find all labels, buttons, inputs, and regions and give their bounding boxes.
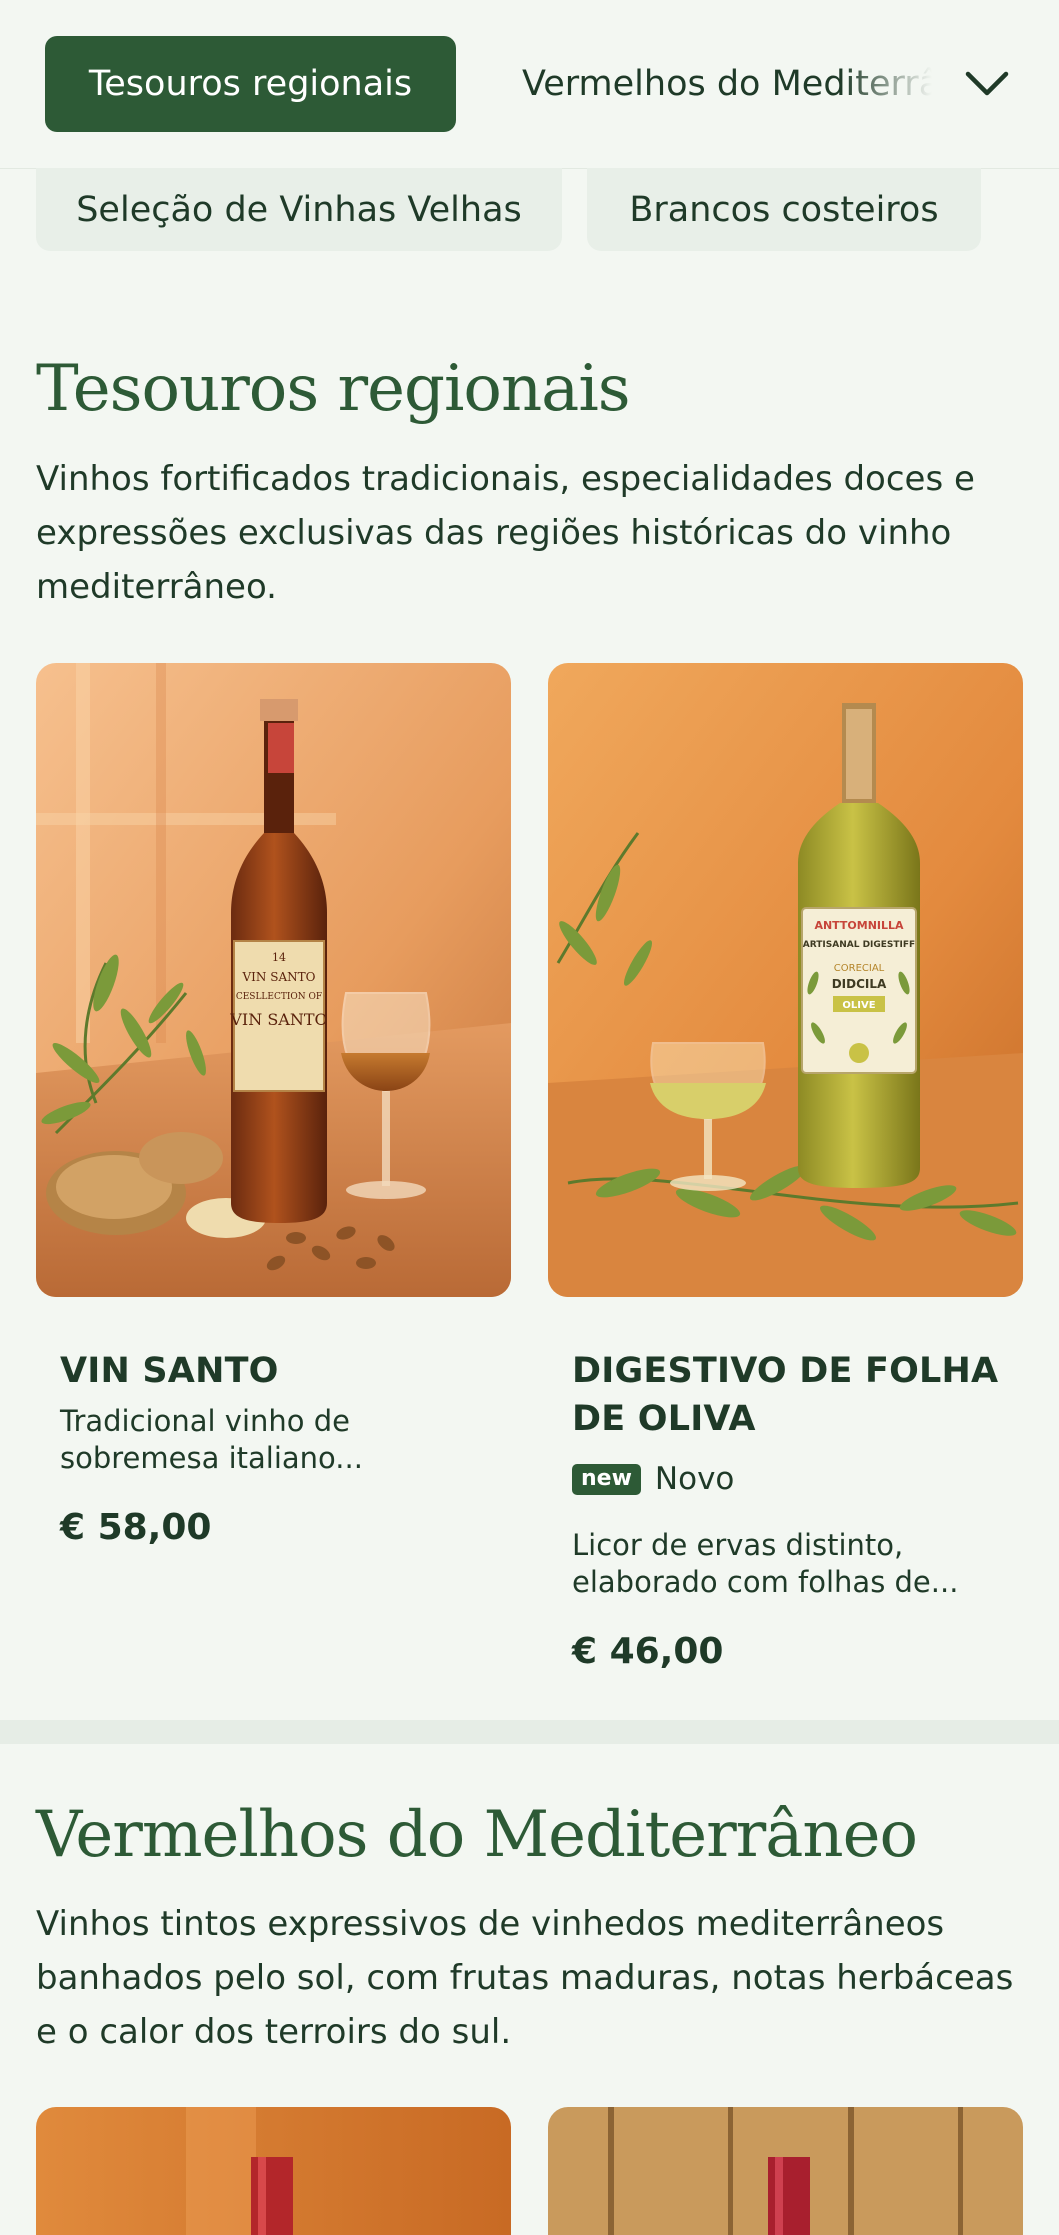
product-info: VIN SANTO Tradicional vinho de sobremesa… bbox=[36, 1347, 511, 1548]
product-image[interactable]: ANTTOMNILLA ARTISANAL DIGESTIFF CORECIAL… bbox=[548, 663, 1023, 1297]
product-card[interactable] bbox=[548, 2107, 1023, 2235]
category-nav: Tesouros regionais Vermelhos do Mediterr… bbox=[0, 0, 1059, 169]
new-badge-row: new Novo bbox=[572, 1461, 999, 1497]
label-text: OLIVE bbox=[842, 1000, 875, 1011]
chip-label: Brancos costeiros bbox=[629, 189, 939, 230]
product-description: Licor de ervas distinto, elaborado com f… bbox=[572, 1528, 959, 1599]
product-name[interactable]: DIGESTIVO DE FOLHA DE OLIVA bbox=[572, 1347, 999, 1443]
chevron-down-icon[interactable] bbox=[960, 60, 1014, 108]
product-image[interactable]: 14 VIN SANTO CESLLECTION OF VIN SANTO bbox=[36, 663, 511, 1297]
tab-label: Vermelhos do Mediterrâneo bbox=[522, 64, 932, 104]
section-title: Vermelhos do Mediterrâneo bbox=[36, 1798, 918, 1872]
product-image[interactable] bbox=[36, 2107, 511, 2235]
chip-selecao-de-vinhas-velhas[interactable]: Seleção de Vinhas Velhas bbox=[36, 168, 562, 251]
tab-vermelhos-do-mediterraneo[interactable]: Vermelhos do Mediterrâneo bbox=[522, 36, 932, 132]
label-text: DIDCILA bbox=[832, 977, 887, 991]
product-card[interactable] bbox=[36, 2107, 511, 2235]
tab-tesouros-regionais[interactable]: Tesouros regionais bbox=[45, 36, 456, 132]
product-price: € 46,00 bbox=[572, 1631, 724, 1672]
product-card-digestivo-de-folha-de-oliva[interactable]: ANTTOMNILLA ARTISANAL DIGESTIFF CORECIAL… bbox=[548, 663, 1023, 1672]
product-name[interactable]: VIN SANTO bbox=[60, 1347, 487, 1395]
label-text: CESLLECTION OF bbox=[236, 992, 322, 1002]
product-info: DIGESTIVO DE FOLHA DE OLIVA new Novo Lic… bbox=[548, 1347, 1023, 1672]
product-price: € 58,00 bbox=[60, 1507, 212, 1548]
label-text: CORECIAL bbox=[834, 963, 885, 974]
section-title: Tesouros regionais bbox=[36, 352, 631, 426]
label-text: VIN SANTO bbox=[229, 1010, 327, 1029]
product-image[interactable] bbox=[548, 2107, 1023, 2235]
label-text: 14 bbox=[272, 951, 286, 964]
new-badge: new bbox=[572, 1463, 641, 1495]
tab-label: Tesouros regionais bbox=[88, 64, 413, 104]
section-description: Vinhos tintos expressivos de vinhedos me… bbox=[36, 1904, 1014, 2052]
chip-label: Seleção de Vinhas Velhas bbox=[76, 189, 522, 230]
subcategory-chips: Seleção de Vinhas Velhas Brancos costeir… bbox=[0, 168, 1059, 253]
new-badge-label: Novo bbox=[654, 1461, 735, 1497]
label-text: ANTTOMNILLA bbox=[814, 919, 904, 932]
product-card-vin-santo[interactable]: 14 VIN SANTO CESLLECTION OF VIN SANTO VI… bbox=[36, 663, 511, 1548]
label-text: ARTISANAL DIGESTIFF bbox=[803, 940, 915, 950]
label-text: VIN SANTO bbox=[242, 970, 316, 984]
chip-brancos-costeiros[interactable]: Brancos costeiros bbox=[587, 168, 981, 251]
section-divider bbox=[0, 1720, 1059, 1744]
product-description: Tradicional vinho de sobremesa italiano.… bbox=[60, 1404, 363, 1475]
section-description: Vinhos fortificados tradicionais, especi… bbox=[36, 459, 975, 607]
